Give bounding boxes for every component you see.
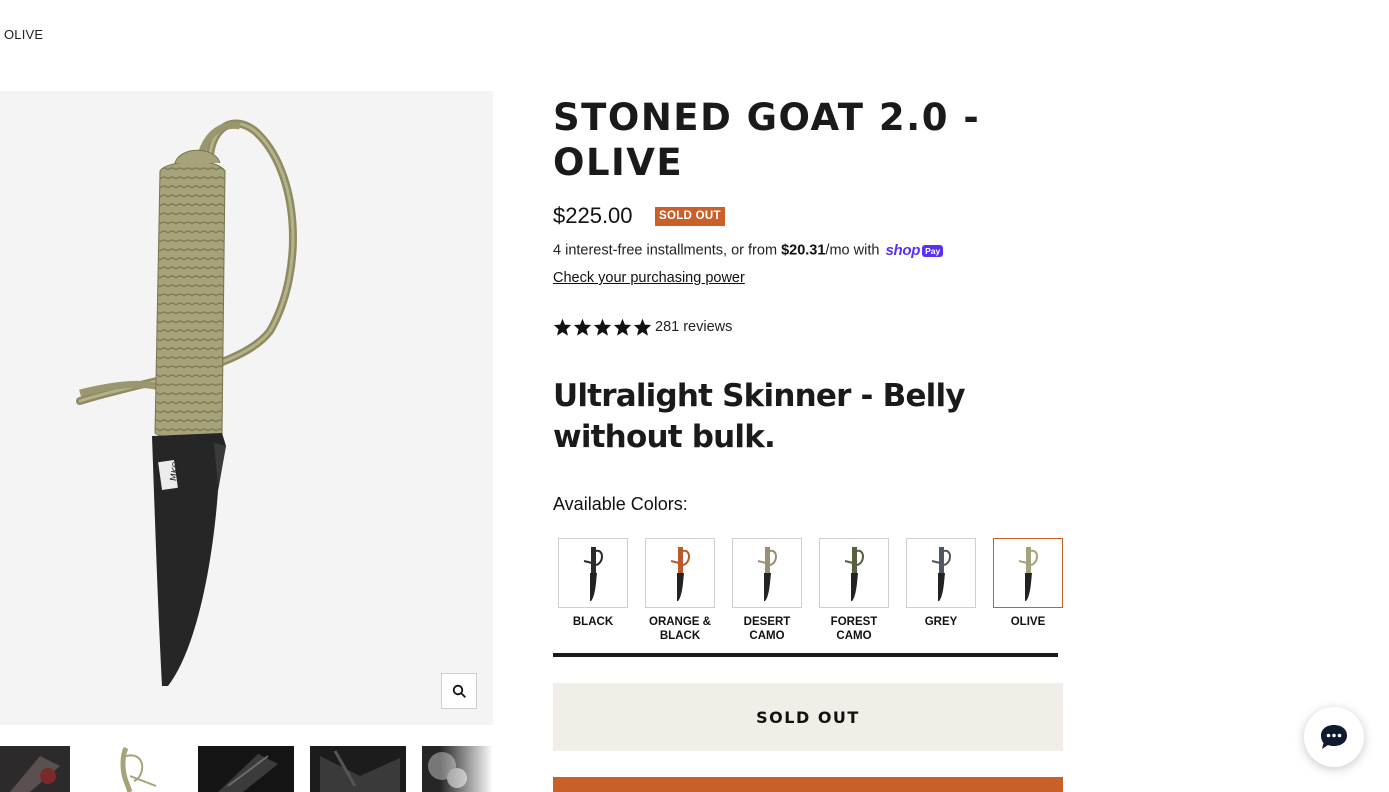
shop-pay-wordmark: shop [885, 242, 921, 259]
color-swatch-orange-black[interactable]: ORANGE & BLACK [645, 538, 715, 643]
review-count: 281 reviews [655, 319, 733, 335]
color-label: ORANGE & BLACK [649, 616, 711, 642]
available-colors-label: Available Colors: [553, 494, 688, 514]
installments-amount: $20.31 [781, 242, 826, 259]
color-swatch-desert-camo[interactable]: DESERT CAMO [732, 538, 802, 643]
swatch-image [819, 538, 889, 608]
chat-bubble-icon [1321, 725, 1347, 749]
star-icon [573, 318, 592, 336]
installments-text: 4 interest-free installments, or from $2… [553, 242, 944, 259]
chat-button[interactable] [1304, 707, 1364, 767]
knife-thumbnail [931, 547, 951, 601]
star-icon [633, 318, 652, 336]
installments-prefix: 4 interest-free installments, or from [553, 242, 782, 259]
color-swatch-black[interactable]: BLACK [558, 538, 628, 629]
color-label: OLIVE [1010, 616, 1046, 628]
shop-pay-badge: Pay [922, 244, 944, 257]
star-icon [613, 318, 632, 336]
color-swatch-olive[interactable]: OLIVE [993, 538, 1063, 629]
knife-thumbnail [757, 547, 777, 601]
swatch-image [645, 538, 715, 608]
thumbnail[interactable] [86, 746, 182, 792]
installments-suffix: /mo with [825, 242, 884, 259]
swatch-image [906, 538, 976, 608]
thumbnail[interactable] [0, 746, 70, 792]
section-divider [553, 653, 1058, 657]
knife-thumbnail [1018, 547, 1038, 601]
rating[interactable]: 281 reviews [553, 318, 732, 336]
rating-stars [553, 318, 652, 336]
secondary-cta-button[interactable] [553, 777, 1063, 792]
color-swatch-forest-camo[interactable]: FOREST CAMO [819, 538, 889, 643]
product-price: $225.00 [553, 203, 633, 228]
color-swatch-grey[interactable]: GREY [906, 538, 976, 629]
thumbnail-fade [440, 746, 493, 792]
search-icon [452, 684, 466, 698]
star-icon [553, 318, 572, 336]
thumbnail-strip [0, 746, 493, 792]
product-subtitle: Ultralight Skinner - Belly without bulk. [553, 378, 966, 455]
swatch-image [558, 538, 628, 608]
color-label: GREY [924, 616, 958, 628]
breadcrumb: OLIVE [4, 27, 44, 42]
thumbnail[interactable] [198, 746, 294, 792]
swatch-image [732, 538, 802, 608]
knife-thumbnail [670, 547, 690, 601]
color-label: FOREST CAMO [830, 616, 878, 642]
check-purchasing-power-link[interactable]: Check your purchasing power [553, 270, 745, 286]
thumbnail[interactable] [310, 746, 406, 792]
sold-out-badge: SOLD OUT [655, 207, 725, 226]
star-icon [593, 318, 612, 336]
product-title: STONED GOAT 2.0 - OLIVE [553, 96, 981, 184]
color-label: DESERT CAMO [743, 616, 791, 642]
knife-thumbnail [844, 547, 864, 601]
knife-thumbnail [583, 547, 603, 601]
product-main-image[interactable]: MKC [0, 91, 493, 725]
sold-out-button[interactable]: SOLD OUT [553, 683, 1063, 751]
shop-pay-logo: shop Pay [885, 242, 944, 259]
swatch-image [993, 538, 1063, 608]
zoom-button[interactable] [441, 673, 477, 709]
knife-image: MKC [76, 119, 297, 686]
color-label: BLACK [572, 616, 614, 628]
